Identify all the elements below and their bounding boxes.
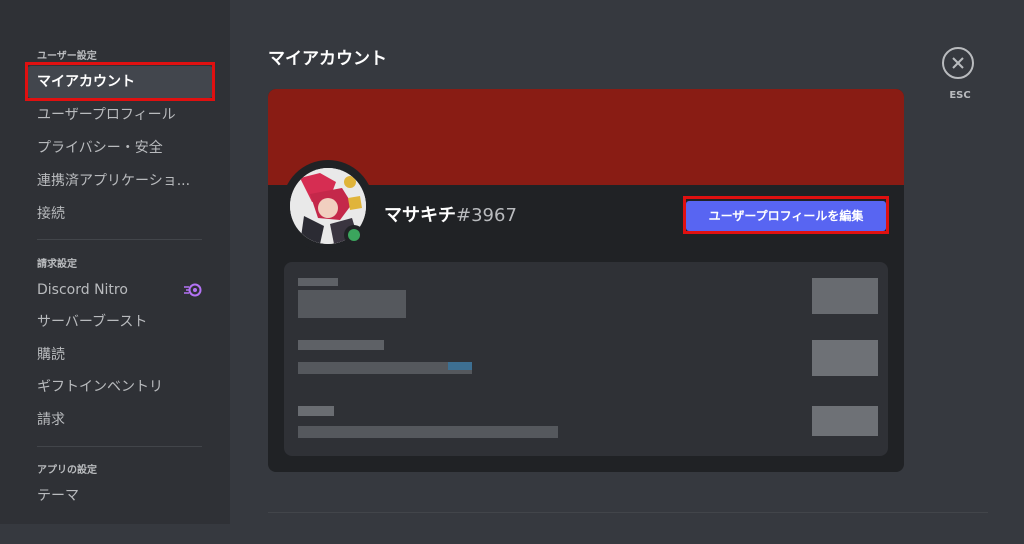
redacted-label	[298, 278, 338, 286]
app-settings-header: アプリの設定	[37, 465, 97, 476]
account-card: マサキチ#3967 ユーザープロフィールを編集	[268, 89, 904, 472]
sidebar-item-authorized-apps[interactable]: 連携済アプリケーショ...	[27, 165, 213, 197]
sidebar-item-my-account[interactable]: マイアカウント	[27, 66, 213, 98]
redacted-reveal-link[interactable]	[448, 362, 472, 370]
user-settings-header: ユーザー設定	[37, 51, 97, 62]
sidebar-item-partial[interactable]	[27, 512, 213, 544]
redacted-value	[298, 290, 406, 318]
online-status-icon	[344, 225, 364, 245]
sidebar-divider	[37, 446, 202, 447]
redacted-edit-button[interactable]	[812, 406, 878, 436]
redacted-label	[298, 406, 334, 416]
settings-sidebar: ユーザー設定 マイアカウント ユーザープロフィール プライバシー・安全 連携済ア…	[0, 0, 230, 524]
sidebar-item-billing[interactable]: 請求	[27, 404, 213, 436]
user-discriminator: #3967	[456, 205, 517, 226]
page-title: マイアカウント	[268, 49, 387, 69]
redacted-edit-button[interactable]	[812, 340, 878, 376]
redacted-value	[298, 426, 558, 438]
account-info-panel	[284, 262, 888, 456]
sidebar-item-privacy-safety[interactable]: プライバシー・安全	[27, 132, 213, 164]
redacted-value	[298, 362, 472, 374]
edit-user-profile-button[interactable]: ユーザープロフィールを編集	[686, 201, 886, 231]
section-divider	[268, 512, 988, 513]
sidebar-item-theme[interactable]: テーマ	[27, 480, 213, 512]
close-button[interactable]	[942, 47, 974, 79]
esc-label: ESC	[949, 90, 971, 101]
sidebar-item-connections[interactable]: 接続	[27, 198, 213, 230]
sidebar-item-server-boost[interactable]: サーバーブースト	[27, 306, 213, 338]
username-display: マサキチ#3967	[384, 201, 517, 227]
sidebar-item-user-profile[interactable]: ユーザープロフィール	[27, 99, 213, 131]
redacted-edit-button[interactable]	[812, 278, 878, 314]
close-icon	[952, 57, 964, 69]
billing-settings-header: 請求設定	[37, 259, 77, 270]
sidebar-item-subscriptions[interactable]: 購読	[27, 339, 213, 371]
nitro-icon	[184, 283, 202, 297]
username: マサキチ	[384, 205, 456, 226]
sidebar-divider	[37, 239, 202, 240]
profile-banner	[268, 89, 904, 185]
sidebar-item-gift-inventory[interactable]: ギフトインベントリ	[27, 371, 213, 403]
redacted-label	[298, 340, 384, 350]
